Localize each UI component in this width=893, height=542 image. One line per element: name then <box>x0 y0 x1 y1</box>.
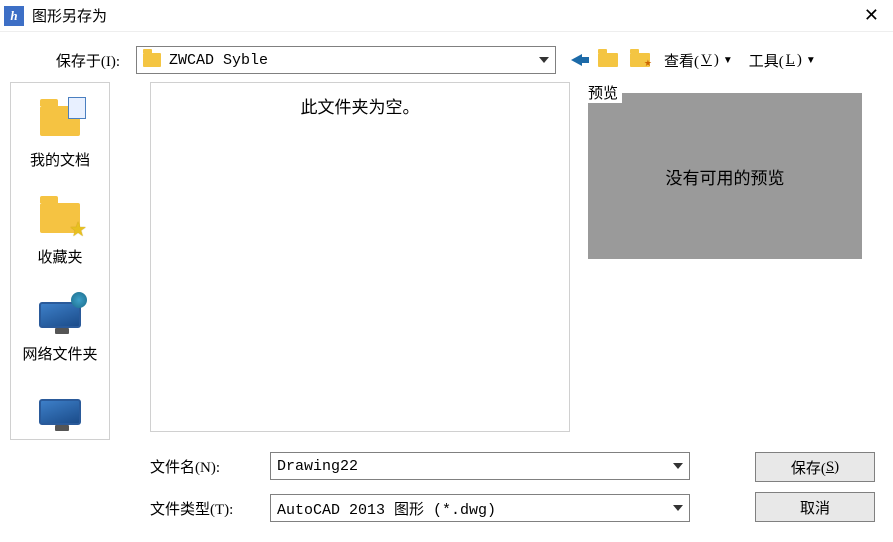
view-close: ) <box>714 52 719 69</box>
filename-label: 文件名(N): <box>150 456 270 477</box>
place-network[interactable]: 网络文件夹 <box>11 281 109 378</box>
chevron-down-icon <box>667 501 683 515</box>
tools-close: ) <box>797 52 802 69</box>
file-list[interactable]: 此文件夹为空。 <box>150 82 570 432</box>
dropdown-arrow-icon: ▼ <box>806 55 816 66</box>
nav-icons: 查看(V) ▼ 工具(L) ▼ <box>564 49 820 71</box>
tools-menu[interactable]: 工具(L) ▼ <box>745 50 820 71</box>
save-in-value: ZWCAD Syble <box>169 52 268 69</box>
favorite-folder-icon <box>630 53 650 67</box>
cancel-label: 取消 <box>800 497 830 518</box>
location-bar: 保存于(I): ZWCAD Syble 查看(V) ▼ 工具(L) ▼ <box>0 32 893 82</box>
monitor-icon <box>36 392 84 432</box>
app-icon: h <box>4 6 24 26</box>
place-label: 我的文档 <box>30 149 90 170</box>
bottom-form: 文件名(N): Drawing22 文件类型(T): AutoCAD 2013 … <box>0 440 893 540</box>
place-favorites[interactable]: ★ 收藏夹 <box>11 184 109 281</box>
filename-value: Drawing22 <box>277 458 358 475</box>
empty-folder-text: 此文件夹为空。 <box>301 98 420 117</box>
filename-input[interactable]: Drawing22 <box>270 452 690 480</box>
filetype-label: 文件类型(T): <box>150 498 270 519</box>
save-label: 保存( <box>791 457 826 478</box>
folder-icon <box>143 53 161 67</box>
open-folder-icon <box>598 53 618 67</box>
place-label: 网络文件夹 <box>22 343 97 364</box>
dropdown-arrow-icon: ▼ <box>723 55 733 66</box>
center-panel: 此文件夹为空。 <box>150 82 570 440</box>
tools-label: 工具( <box>749 50 784 71</box>
tools-key: L <box>786 52 795 69</box>
preview-empty-text: 没有可用的预览 <box>666 164 785 189</box>
chevron-down-icon <box>667 459 683 473</box>
places-bar[interactable]: 我的文档 ★ 收藏夹 网络文件夹 我的电脑 <box>10 82 110 440</box>
view-key: V <box>701 52 712 69</box>
preview-panel: 预览 没有可用的预览 <box>570 82 875 440</box>
filetype-dropdown[interactable]: AutoCAD 2013 图形 (*.dwg) <box>270 494 690 522</box>
folder-doc-icon <box>36 101 84 141</box>
chevron-down-icon <box>533 53 549 67</box>
save-close: ) <box>834 459 839 476</box>
save-in-label: 保存于(I): <box>18 50 128 71</box>
preview-label: 预览 <box>588 82 622 103</box>
view-label: 查看( <box>664 50 699 71</box>
save-key: S <box>826 459 834 476</box>
view-menu[interactable]: 查看(V) ▼ <box>660 50 737 71</box>
window-title: 图形另存为 <box>32 5 858 26</box>
back-button[interactable] <box>564 49 588 71</box>
close-icon[interactable]: ✕ <box>858 5 885 26</box>
filetype-value: AutoCAD 2013 图形 (*.dwg) <box>277 498 496 519</box>
cancel-button[interactable]: 取消 <box>755 492 875 522</box>
preview-box: 没有可用的预览 <box>588 93 862 259</box>
place-my-documents[interactable]: 我的文档 <box>11 87 109 184</box>
folder-star-icon: ★ <box>36 198 84 238</box>
place-my-computer[interactable]: 我的电脑 <box>11 378 109 440</box>
save-in-dropdown[interactable]: ZWCAD Syble <box>136 46 556 74</box>
main-area: 我的文档 ★ 收藏夹 网络文件夹 我的电脑 <box>0 82 893 440</box>
save-button[interactable]: 保存(S) <box>755 452 875 482</box>
back-arrow-icon <box>571 54 582 66</box>
titlebar: h 图形另存为 ✕ <box>0 0 893 32</box>
place-label: 收藏夹 <box>37 246 82 267</box>
monitor-globe-icon <box>36 295 84 335</box>
open-folder-button[interactable] <box>596 49 620 71</box>
favorite-folder-button[interactable] <box>628 49 652 71</box>
